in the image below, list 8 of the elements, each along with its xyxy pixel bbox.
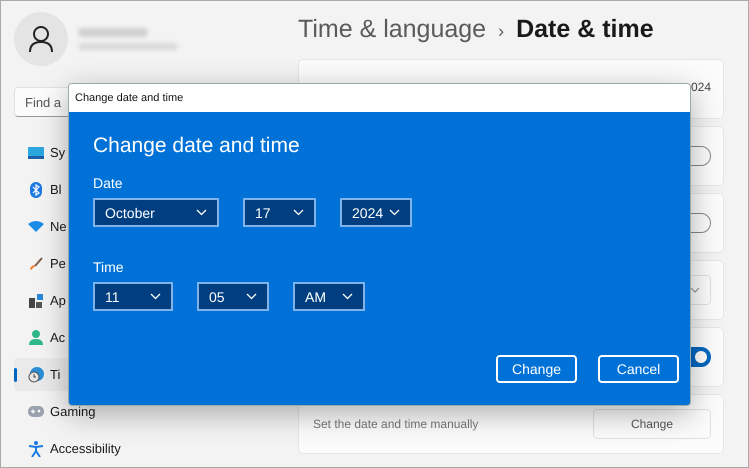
date-value: 024: [690, 80, 711, 94]
dialog-heading: Change date and time: [93, 133, 301, 159]
setting-label: Set the date and time manually: [313, 417, 478, 431]
time-label: Time: [93, 258, 125, 276]
breadcrumb-separator: ›: [498, 21, 504, 42]
window-title: Change date and time: [75, 92, 184, 104]
date-label: Date: [93, 174, 124, 192]
page-title: Date & time: [516, 15, 654, 44]
